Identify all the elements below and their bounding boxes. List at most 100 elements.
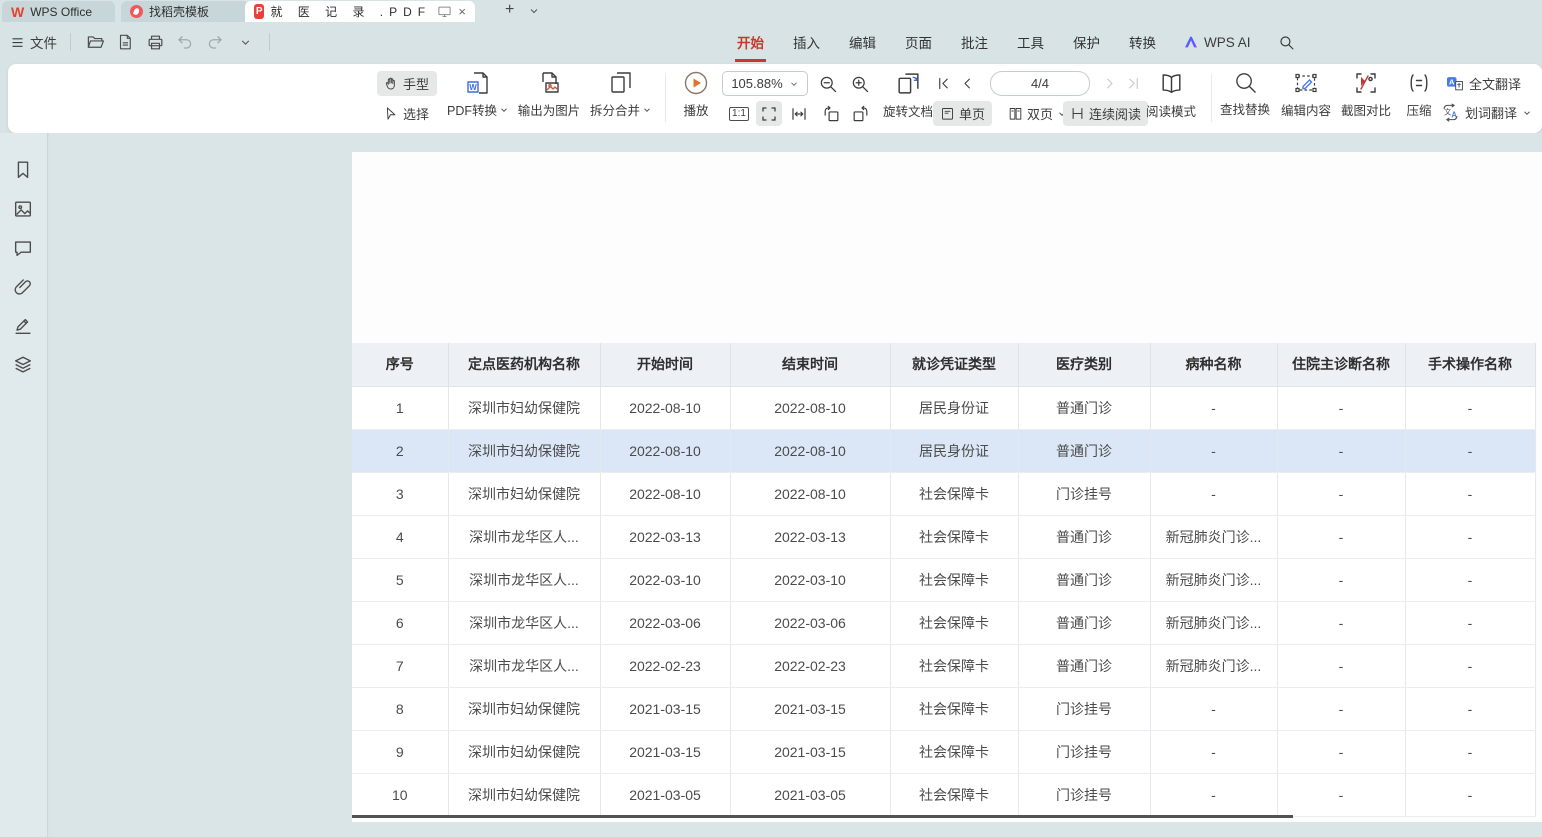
menu-item-0[interactable]: 开始	[735, 28, 766, 56]
table-cell: 2021-03-05	[730, 773, 890, 816]
rotate-right-button[interactable]	[847, 101, 873, 126]
tab-document-pdf[interactable]: P 就 医 记 录 .PDF ×	[245, 1, 475, 22]
menu-item-1[interactable]: 插入	[791, 28, 822, 56]
edit-content-label: 编辑内容	[1281, 100, 1331, 119]
table-header-cell: 病种名称	[1150, 343, 1277, 386]
svg-text:A: A	[1449, 78, 1455, 87]
new-tab-button[interactable]: +	[505, 1, 514, 19]
word-translate-button[interactable]: 文 A 划词翻译	[1441, 103, 1532, 122]
split-merge-button[interactable]: 拆分合并	[566, 70, 676, 119]
tab-list-chevron-icon[interactable]	[528, 5, 540, 17]
table-cell: 新冠肺炎门诊...	[1150, 558, 1277, 601]
tab-wps-office[interactable]: W WPS Office	[2, 1, 115, 22]
fit-page-button[interactable]	[756, 101, 782, 126]
table-cell: -	[1277, 730, 1405, 773]
next-page-button[interactable]	[1098, 72, 1120, 94]
zoom-level-dropdown[interactable]: 105.88%	[722, 71, 808, 96]
table-header-cell: 结束时间	[730, 343, 890, 386]
print-icon[interactable]	[144, 31, 166, 53]
table-cell: 2022-08-10	[730, 472, 890, 515]
close-tab-icon[interactable]: ×	[458, 4, 466, 19]
thumbnail-image-icon[interactable]	[12, 198, 36, 222]
menu-item-2[interactable]: 编辑	[847, 28, 878, 56]
save-icon[interactable]	[114, 31, 136, 53]
quick-access-chevron-icon[interactable]	[234, 31, 256, 53]
actual-size-button[interactable]: 1:1	[726, 101, 752, 126]
tab-docer-templates[interactable]: 找稻壳模板	[121, 1, 249, 22]
menu-item-5[interactable]: 工具	[1015, 28, 1046, 56]
screenshot-compare-button[interactable]: 截图对比	[1330, 70, 1402, 119]
read-mode-button[interactable]: 阅读模式	[1133, 70, 1209, 120]
menu-item-7[interactable]: 转换	[1127, 28, 1158, 56]
word-translate-icon: 文 A	[1441, 103, 1460, 122]
menu-item-3[interactable]: 页面	[903, 28, 934, 56]
single-page-button[interactable]: 单页	[933, 101, 992, 126]
previous-page-button[interactable]	[956, 72, 978, 94]
redo-icon[interactable]	[204, 31, 226, 53]
split-merge-icon	[608, 70, 634, 96]
layers-icon[interactable]	[12, 354, 36, 378]
one-to-one-icon: 1:1	[729, 107, 749, 121]
rotate-left-button[interactable]	[818, 101, 844, 126]
play-label: 播放	[683, 100, 708, 119]
table-header-cell: 医疗类别	[1018, 343, 1150, 386]
play-button[interactable]: 播放	[670, 70, 722, 119]
first-page-button[interactable]	[932, 72, 954, 94]
table-row: 9深圳市妇幼保健院2021-03-152021-03-15社会保障卡门诊挂号--…	[352, 730, 1535, 773]
fit-width-button[interactable]	[786, 101, 812, 126]
comment-icon[interactable]	[12, 237, 36, 261]
menu-item-4[interactable]: 批注	[959, 28, 990, 56]
full-translate-button[interactable]: A 全文翻译	[1445, 74, 1521, 93]
table-cell: 深圳市妇幼保健院	[448, 773, 600, 816]
pdf-convert-icon: W	[465, 70, 491, 96]
menu-item-6[interactable]: 保护	[1071, 28, 1102, 56]
table-row: 5深圳市龙华区人...2022-03-102022-03-10社会保障卡普通门诊…	[352, 558, 1535, 601]
table-cell: 2022-08-10	[600, 386, 730, 429]
table-cell: 2022-03-06	[600, 601, 730, 644]
pdf-convert-label: PDF转换	[447, 100, 497, 119]
menu-items: 开始插入编辑页面批注工具保护转换 WPS AI	[735, 22, 1298, 62]
menu-item-wps-ai[interactable]: WPS AI	[1183, 34, 1251, 50]
page-indicator: 4/4	[1031, 76, 1049, 91]
table-cell: 门诊挂号	[1018, 687, 1150, 730]
table-cell: -	[1277, 515, 1405, 558]
table-cell: -	[1277, 773, 1405, 816]
next-page-icon	[1102, 76, 1117, 91]
table-cell: 8	[352, 687, 448, 730]
table-cell: -	[1150, 730, 1277, 773]
table-cell: 2022-08-10	[600, 429, 730, 472]
wps-window: W WPS Office 找稻壳模板 P 就 医 记 录 .PDF × + 文件	[0, 0, 1542, 837]
table-cell: 2022-03-13	[600, 515, 730, 558]
open-file-icon[interactable]	[84, 31, 106, 53]
table-cell: -	[1405, 644, 1535, 687]
compress-button[interactable]: 压缩	[1394, 70, 1444, 119]
zoom-out-button[interactable]	[816, 72, 840, 96]
table-cell: 2022-02-23	[730, 644, 890, 687]
table-cell: 普通门诊	[1018, 386, 1150, 429]
file-menu-label: 文件	[30, 32, 57, 52]
undo-icon[interactable]	[174, 31, 196, 53]
search-icon[interactable]	[1276, 31, 1298, 53]
window-tab-bar: W WPS Office 找稻壳模板 P 就 医 记 录 .PDF × +	[0, 0, 1542, 22]
attachment-icon[interactable]	[12, 276, 36, 300]
find-replace-label: 查找替换	[1220, 99, 1270, 118]
bookmark-icon[interactable]	[12, 159, 36, 183]
table-cell: 社会保障卡	[890, 558, 1018, 601]
table-row: 6深圳市龙华区人...2022-03-062022-03-06社会保障卡普通门诊…	[352, 601, 1535, 644]
table-cell: -	[1405, 773, 1535, 816]
table-cell: 社会保障卡	[890, 515, 1018, 558]
read-mode-label: 阅读模式	[1146, 101, 1196, 120]
table-cell: 4	[352, 515, 448, 558]
double-page-icon	[1008, 106, 1023, 121]
table-cell: 普通门诊	[1018, 429, 1150, 472]
table-cell: 居民身份证	[890, 386, 1018, 429]
table-cell: 10	[352, 773, 448, 816]
page-number-input[interactable]: 4/4	[990, 71, 1090, 96]
table-cell: -	[1150, 429, 1277, 472]
table-cell: 普通门诊	[1018, 558, 1150, 601]
table-cell: -	[1150, 472, 1277, 515]
monitor-icon[interactable]	[437, 1, 452, 23]
file-menu-button[interactable]: 文件	[10, 32, 57, 52]
signature-pen-icon[interactable]	[12, 315, 36, 339]
table-cell: 普通门诊	[1018, 644, 1150, 687]
